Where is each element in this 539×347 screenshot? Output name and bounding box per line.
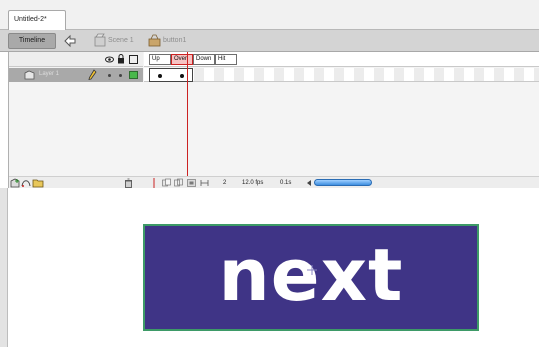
playhead[interactable] [187, 52, 188, 177]
next-button-graphic[interactable]: next [143, 224, 479, 331]
onion-outlines-icon[interactable] [174, 178, 183, 188]
add-motion-guide-icon[interactable] [21, 178, 31, 188]
layer-lock-toggle[interactable] [119, 74, 122, 77]
eye-icon[interactable] [105, 55, 114, 64]
elapsed-time-readout: 0.1s [280, 180, 292, 186]
scroll-left-icon[interactable] [305, 179, 313, 187]
registration-crosshair-icon [307, 265, 317, 275]
frame-label-over[interactable]: Over [171, 54, 193, 65]
scene-icon[interactable] [94, 33, 106, 47]
timeline-footer: 2 12.0 fps 0.1s [9, 176, 539, 188]
frame-label-down[interactable]: Down [193, 54, 215, 65]
layer-visibility-toggle[interactable] [108, 74, 111, 77]
frame-label-up[interactable]: Up [149, 54, 171, 65]
frame-label-hit[interactable]: Hit [215, 54, 237, 65]
symbol-breadcrumb[interactable]: button1 [163, 37, 186, 44]
edit-bar: Timeline Scene 1 button1 [0, 30, 539, 52]
center-frame-icon[interactable] [152, 178, 156, 188]
keyframe-up[interactable] [158, 74, 162, 78]
frame-labels-row: Up Over Down Hit [144, 52, 539, 67]
edit-multiple-frames-icon[interactable] [187, 178, 196, 188]
layer-outline-color-swatch[interactable] [129, 71, 138, 79]
layer-icon [24, 70, 35, 80]
lock-icon[interactable] [117, 54, 125, 64]
timeline-panel: Layer 1 Up Over Down Hit 2 12.0 fps 0.1s [8, 52, 539, 188]
onion-skin-icon[interactable] [162, 178, 171, 188]
frames-row[interactable] [144, 68, 539, 82]
current-frame-readout: 2 [223, 180, 227, 186]
keyframe-over[interactable] [180, 74, 184, 78]
document-tab[interactable]: Untitled-2* [8, 10, 66, 30]
add-layer-icon[interactable] [10, 178, 20, 188]
layer-row[interactable]: Layer 1 [9, 68, 143, 82]
layer-name[interactable]: Layer 1 [39, 71, 59, 77]
back-arrow-icon[interactable] [63, 34, 77, 48]
layer-column-header [9, 52, 143, 67]
frame-rate-readout[interactable]: 12.0 fps [242, 180, 263, 186]
timeline-toggle-button[interactable]: Timeline [8, 33, 56, 49]
modify-markers-icon[interactable] [200, 178, 209, 188]
trash-icon[interactable] [124, 178, 133, 188]
stage-left-gutter [0, 188, 8, 347]
scene-breadcrumb[interactable]: Scene 1 [108, 37, 134, 44]
add-folder-icon[interactable] [32, 178, 44, 188]
timeline-scroll-thumb[interactable] [314, 179, 372, 186]
pencil-icon [88, 69, 97, 81]
outline-icon[interactable] [129, 55, 138, 64]
next-button-text: next [218, 233, 404, 317]
document-tab-bar: Untitled-2* [0, 0, 539, 30]
button-symbol-icon[interactable] [148, 33, 161, 47]
